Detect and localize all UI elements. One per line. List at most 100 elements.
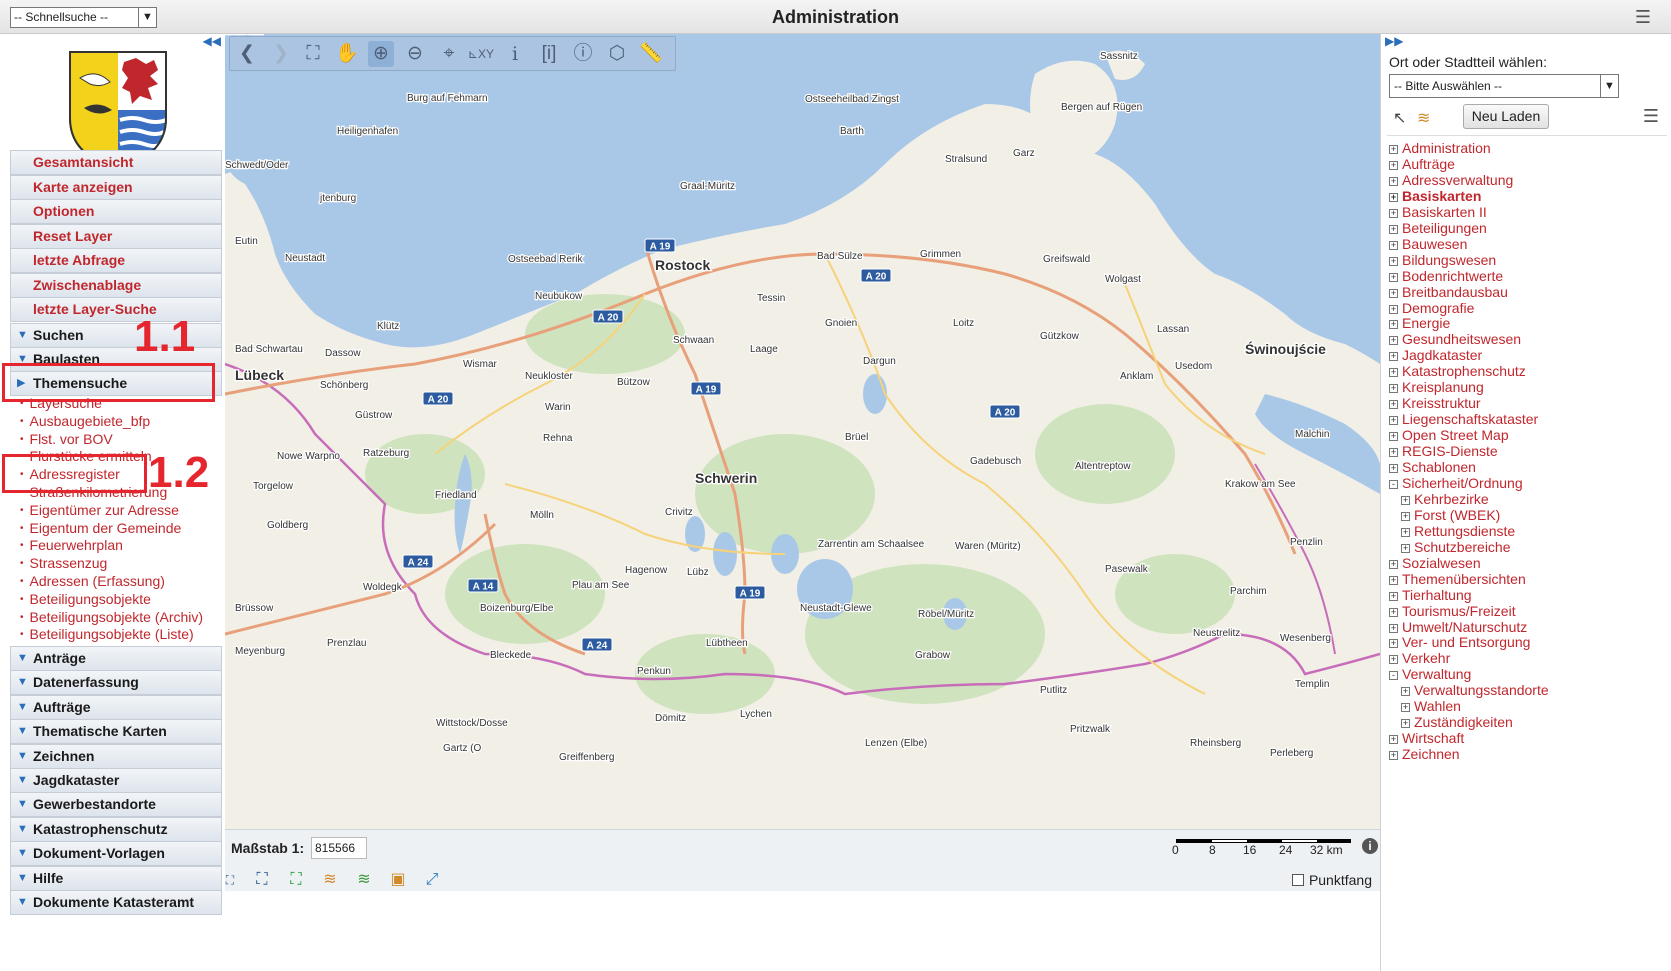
url-extent-icon[interactable]: ⛶ [217,868,243,892]
info-polygon-icon[interactable]: ⬡ [604,41,630,67]
map-export-icon[interactable]: ▣ [385,868,411,892]
tree-item[interactable]: + Energie [1389,315,1450,331]
expand-icon[interactable]: + [1401,527,1410,537]
zoom-in-icon[interactable]: ⊕ [368,41,394,67]
tree-item[interactable]: + Jagdkataster [1389,347,1482,363]
back-icon[interactable]: ❮ [234,41,260,67]
menu-top-item-3[interactable]: Reset Layer [10,223,222,249]
expand-icon[interactable]: + [1389,256,1398,266]
tree-item[interactable]: + Beteiligungen [1389,220,1487,236]
tree-item[interactable]: + Zeichnen [1389,746,1460,762]
tree-item[interactable]: + Demografie [1389,300,1474,316]
punktfang-checkbox[interactable]: Punktfang [1291,872,1372,888]
expand-icon[interactable]: + [1389,639,1398,649]
expand-icon[interactable]: + [1389,224,1398,234]
collapse-icon[interactable]: - [1389,479,1398,489]
expand-icon[interactable]: + [1389,192,1398,202]
menu-bottom-item-8[interactable]: ▼ Dokument-Vorlagen [10,841,222,867]
expand-icon[interactable]: + [1401,703,1410,713]
tree-item[interactable]: + Bodenrichtwerte [1389,268,1503,284]
expand-icon[interactable]: + [1389,288,1398,298]
menu-bottom-item-2[interactable]: ▼ Aufträge [10,694,222,720]
tree-item[interactable]: + Themenübersichten [1389,571,1526,587]
expand-icon[interactable]: + [1401,719,1410,729]
expand-icon[interactable]: + [1401,687,1410,697]
expand-icon[interactable]: + [1389,368,1398,378]
expand-icon[interactable]: + [1401,543,1410,553]
menu-bottom-item-0[interactable]: ▼ Anträge [10,646,222,671]
tree-item[interactable]: + Liegenschaftskataster [1389,411,1538,427]
expand-icon[interactable]: + [1389,432,1398,442]
measure-ruler-icon[interactable]: 📏 [638,41,664,67]
info-query-icon[interactable]: i [502,41,528,67]
map-canvas[interactable]: Sassnitz Burg auf Fehmarn Ostseeheilbad Zi… [225,34,1380,829]
expand-icon[interactable]: + [1389,607,1398,617]
expand-icon[interactable]: + [1389,384,1398,394]
expand-icon[interactable]: + [1389,208,1398,218]
ort-select[interactable]: -- Bitte Auswählen -- ▼ [1389,74,1619,98]
expand-icon[interactable]: + [1389,304,1398,314]
tree-item[interactable]: + Kreisplanung [1389,379,1484,395]
tree-item[interactable]: + Forst (WBEK) [1401,507,1500,523]
menu-icon[interactable]: ☰ [1643,106,1659,127]
tree-item[interactable]: + Bauwesen [1389,236,1467,252]
tree-item[interactable]: + Wirtschaft [1389,730,1464,746]
tree-item[interactable]: + Umwelt/Naturschutz [1389,619,1527,635]
chevron-down-icon[interactable]: ▼ [1600,75,1618,97]
cursor-info-icon[interactable]: ↖ [1393,108,1406,128]
tree-item[interactable]: + Schutzbereiche [1401,539,1511,555]
tree-item[interactable]: + Verwaltungsstandorte [1401,682,1549,698]
collapse-right-icon[interactable]: ▶▶ [1385,34,1403,48]
tree-item[interactable]: + Tierhaltung [1389,587,1472,603]
menu-bottom-item-1[interactable]: ▼ Datenerfassung [10,670,222,696]
tree-item[interactable]: + Adressverwaltung [1389,172,1513,188]
add-extent-icon[interactable]: ⛶ [283,868,309,892]
tree-item[interactable]: + Gesundheitswesen [1389,331,1521,347]
zoom-out-icon[interactable]: ⊖ [402,41,428,67]
themen-link[interactable]: • Feuerwehrplan [20,537,123,553]
expand-icon[interactable]: + [1389,735,1398,745]
pan-hand-icon[interactable]: ✋ [334,41,360,67]
themen-link[interactable]: • Strassenzug [20,555,107,571]
themen-link[interactable]: • Beteiligungsobjekte (Liste) [20,626,194,642]
full-extent-icon[interactable]: ⛶ [300,41,326,67]
tree-item[interactable]: + Bildungswesen [1389,252,1496,268]
themen-link[interactable]: • Beteiligungsobjekte (Archiv) [20,609,203,625]
tree-item[interactable]: + Sozialwesen [1389,555,1481,571]
expand-icon[interactable]: + [1389,464,1398,473]
expand-icon[interactable]: + [1389,655,1398,665]
expand-icon[interactable]: + [1389,145,1398,154]
expand-icon[interactable]: + [1389,176,1398,186]
menu-top-item-0[interactable]: Gesamtansicht [10,150,222,175]
save-extent-icon[interactable]: ⛶ [249,868,275,892]
themen-link[interactable]: • Eigentümer zur Adresse [20,502,179,518]
expand-icon[interactable]: + [1389,240,1398,250]
map-view[interactable]: Sassnitz Burg auf Fehmarn Ostseeheilbad Zi… [225,34,1380,829]
layers-load-icon[interactable]: ≋ [351,868,377,892]
tree-item[interactable]: - Verwaltung [1389,666,1471,682]
crosshair-icon[interactable]: ⌖ [436,41,462,67]
menu-bottom-item-9[interactable]: ▼ Hilfe [10,865,222,891]
expand-icon[interactable]: + [1389,591,1398,601]
expand-icon[interactable]: + [1389,448,1398,458]
tree-item[interactable]: + Aufträge [1389,156,1455,172]
expand-icon[interactable]: + [1389,160,1398,170]
tree-item[interactable]: + Ver- und Entsorgung [1389,634,1530,650]
layers-save-icon[interactable]: ≋ [317,868,343,892]
tree-item[interactable]: + Schablonen [1389,459,1476,475]
expand-icon[interactable]: + [1389,352,1398,362]
tree-item[interactable]: + Open Street Map [1389,427,1509,443]
menu-bottom-item-3[interactable]: ▼ Thematische Karten [10,719,222,745]
tree-item[interactable]: - Sicherheit/Ordnung [1389,475,1523,491]
menu-icon[interactable]: ☰ [1635,7,1651,28]
tree-item[interactable]: + Breitbandausbau [1389,284,1508,300]
neu-laden-button[interactable]: Neu Laden [1463,104,1549,129]
tree-item[interactable]: + Tourismus/Freizeit [1389,603,1516,619]
themen-link[interactable]: • Ausbaugebiete_bfp [20,413,150,429]
expand-icon[interactable]: + [1389,416,1398,426]
menu-top-item-4[interactable]: letzte Abfrage [10,248,222,273]
expand-icon[interactable]: + [1389,272,1398,282]
tree-item[interactable]: + Administration [1389,140,1491,156]
tree-item[interactable]: + Basiskarten [1389,188,1481,204]
expand-icon[interactable]: + [1389,575,1398,585]
